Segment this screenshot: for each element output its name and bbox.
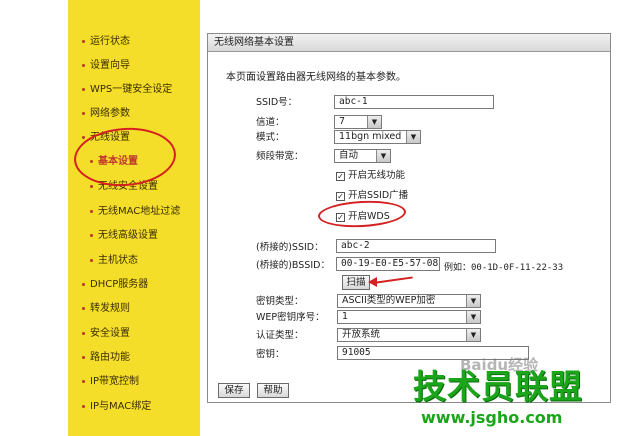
sidebar-item-wps[interactable]: WPS一键安全设定 bbox=[82, 84, 172, 96]
enable-wds-label: 开启WDS bbox=[348, 211, 390, 222]
sidebar-item-label: 网络参数 bbox=[90, 108, 130, 119]
bullet-icon bbox=[90, 258, 93, 262]
auth-type-select[interactable]: 开放系统 ▼ bbox=[337, 328, 481, 342]
enable-wds-checkbox[interactable]: ✓ 开启WDS bbox=[336, 211, 390, 223]
sidebar-item-label: DHCP服务器 bbox=[90, 279, 149, 290]
key-type-label: 密钥类型： bbox=[256, 296, 304, 307]
bullet-icon bbox=[82, 135, 85, 139]
sidebar-item-basic-settings[interactable]: 基本设置 bbox=[90, 156, 138, 168]
sidebar-item-wireless-advanced[interactable]: 无线高级设置 bbox=[90, 230, 158, 242]
sidebar-item-routing[interactable]: 路由功能 bbox=[82, 352, 130, 364]
channel-select[interactable]: 7 ▼ bbox=[334, 115, 382, 129]
bullet-icon bbox=[82, 111, 85, 115]
bullet-icon bbox=[90, 209, 93, 213]
bandwidth-value: 自动 bbox=[339, 150, 359, 161]
ssid-input[interactable]: abc-1 bbox=[334, 95, 494, 109]
bandwidth-label: 频段带宽： bbox=[256, 151, 304, 162]
chevron-down-icon[interactable]: ▼ bbox=[466, 295, 480, 307]
save-button[interactable]: 保存 bbox=[218, 383, 250, 398]
sidebar-item-label: 主机状态 bbox=[98, 255, 138, 266]
chevron-down-icon[interactable]: ▼ bbox=[466, 311, 480, 323]
sidebar-item-label: 无线设置 bbox=[90, 132, 130, 143]
sidebar-item-bandwidth[interactable]: IP带宽控制 bbox=[82, 376, 139, 388]
sidebar-item-wireless[interactable]: 无线设置 bbox=[82, 132, 130, 144]
wep-index-label: WEP密钥序号： bbox=[256, 312, 325, 323]
enable-ssid-broadcast-checkbox[interactable]: ✓ 开启SSID广播 bbox=[336, 190, 408, 202]
chevron-down-icon[interactable]: ▼ bbox=[376, 150, 390, 162]
bullet-icon bbox=[82, 87, 85, 91]
sidebar-item-label: 设置向导 bbox=[90, 60, 130, 71]
sidebar-item-label: IP带宽控制 bbox=[90, 376, 139, 387]
bullet-icon bbox=[82, 379, 85, 383]
bridged-ssid-input[interactable]: abc-2 bbox=[336, 239, 496, 253]
sidebar-item-label: 无线安全设置 bbox=[98, 181, 158, 192]
auth-type-label: 认证类型： bbox=[256, 330, 304, 341]
sidebar-item-label: 基本设置 bbox=[98, 156, 138, 167]
url-watermark: www.jsgho.com bbox=[421, 408, 563, 427]
mode-label: 模式： bbox=[256, 132, 285, 143]
channel-value: 7 bbox=[339, 116, 346, 127]
bullet-icon bbox=[90, 159, 93, 163]
bullet-icon bbox=[82, 282, 85, 286]
sidebar-nav: 运行状态 设置向导 WPS一键安全设定 网络参数 无线设置 基本设置 无线安全设… bbox=[68, 0, 200, 436]
bandwidth-select[interactable]: 自动 ▼ bbox=[334, 149, 391, 163]
help-button[interactable]: 帮助 bbox=[257, 383, 289, 398]
bullet-icon bbox=[82, 306, 85, 310]
channel-label: 信道： bbox=[256, 117, 285, 128]
auth-type-value: 开放系统 bbox=[342, 329, 381, 340]
sidebar-item-host-status[interactable]: 主机状态 bbox=[90, 255, 138, 267]
chevron-down-icon[interactable]: ▼ bbox=[406, 131, 420, 143]
sidebar-item-setup-wizard[interactable]: 设置向导 bbox=[82, 60, 130, 72]
sidebar-item-label: 无线MAC地址过滤 bbox=[98, 206, 181, 217]
sidebar-item-label: 安全设置 bbox=[90, 328, 130, 339]
panel-description: 本页面设置路由器无线网络的基本参数。 bbox=[226, 72, 406, 83]
bridged-bssid-label: (桥接的)BSSID： bbox=[256, 260, 330, 271]
sidebar-item-label: 运行状态 bbox=[90, 36, 130, 47]
key-type-select[interactable]: ASCII类型的WEP加密 ▼ bbox=[337, 294, 481, 308]
bullet-icon bbox=[82, 63, 85, 67]
enable-wireless-label: 开启无线功能 bbox=[348, 170, 406, 181]
wep-index-select[interactable]: 1 ▼ bbox=[337, 310, 481, 324]
scan-button[interactable]: 扫描 bbox=[342, 275, 370, 290]
bullet-icon bbox=[82, 404, 85, 408]
bullet-icon bbox=[90, 184, 93, 188]
mode-select[interactable]: 11bgn mixed ▼ bbox=[334, 130, 421, 144]
sidebar-item-label: 转发规则 bbox=[90, 303, 130, 314]
sidebar-item-ip-mac-binding[interactable]: IP与MAC绑定 bbox=[82, 401, 151, 413]
sidebar-item-label: 无线高级设置 bbox=[98, 230, 158, 241]
key-type-value: ASCII类型的WEP加密 bbox=[342, 295, 436, 306]
bullet-icon bbox=[82, 355, 85, 359]
sidebar-item-network[interactable]: 网络参数 bbox=[82, 108, 130, 120]
bridged-ssid-label: (桥接的)SSID： bbox=[256, 242, 324, 253]
sidebar-item-mac-filter[interactable]: 无线MAC地址过滤 bbox=[90, 206, 180, 218]
sidebar-item-label: WPS一键安全设定 bbox=[90, 84, 173, 95]
key-label: 密钥： bbox=[256, 349, 285, 360]
bullet-icon bbox=[82, 331, 85, 335]
sidebar-item-wireless-security[interactable]: 无线安全设置 bbox=[90, 181, 158, 193]
sidebar-item-label: 路由功能 bbox=[90, 352, 130, 363]
ssid-label: SSID号： bbox=[256, 97, 298, 108]
sidebar-item-running-status[interactable]: 运行状态 bbox=[82, 36, 130, 48]
checkmark-icon[interactable]: ✓ bbox=[336, 172, 345, 181]
settings-panel: 无线网络基本设置 本页面设置路由器无线网络的基本参数。 SSID号： abc-1… bbox=[207, 33, 611, 403]
wep-index-value: 1 bbox=[342, 311, 349, 322]
checkmark-icon[interactable]: ✓ bbox=[336, 213, 345, 222]
sidebar-item-security[interactable]: 安全设置 bbox=[82, 328, 130, 340]
bullet-icon bbox=[90, 233, 93, 237]
chevron-down-icon[interactable]: ▼ bbox=[466, 329, 480, 341]
sidebar-item-label: IP与MAC绑定 bbox=[90, 401, 152, 412]
sidebar-item-forwarding[interactable]: 转发规则 bbox=[82, 303, 130, 315]
enable-ssid-broadcast-label: 开启SSID广播 bbox=[348, 190, 409, 201]
checkmark-icon[interactable]: ✓ bbox=[336, 192, 345, 201]
sidebar-item-dhcp[interactable]: DHCP服务器 bbox=[82, 279, 148, 291]
bridged-bssid-input[interactable]: 00-19-E0-E5-57-08 bbox=[336, 257, 440, 271]
brand-watermark: 技术员联盟 bbox=[413, 367, 583, 406]
chevron-down-icon[interactable]: ▼ bbox=[367, 116, 381, 128]
panel-title: 无线网络基本设置 bbox=[208, 34, 610, 52]
bullet-icon bbox=[82, 39, 85, 43]
enable-wireless-checkbox[interactable]: ✓ 开启无线功能 bbox=[336, 170, 405, 182]
mode-value: 11bgn mixed bbox=[339, 131, 402, 142]
bssid-example: 例如：00-1D-0F-11-22-33 bbox=[444, 263, 564, 273]
